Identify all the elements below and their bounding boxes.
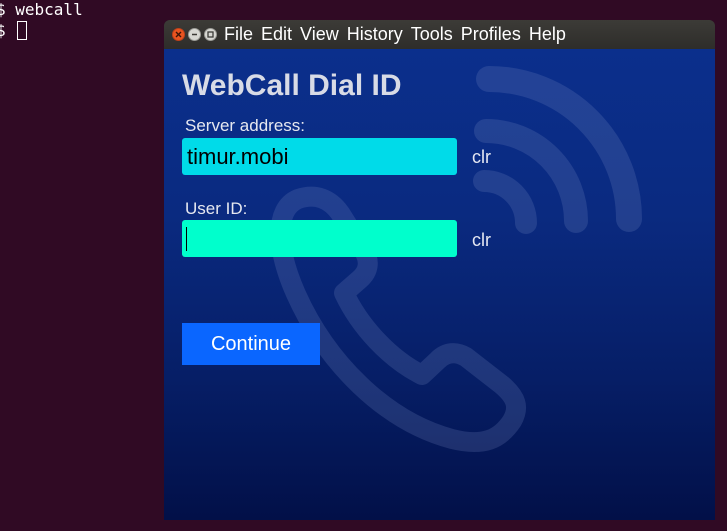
close-window-button[interactable] <box>172 28 185 41</box>
close-icon <box>175 31 182 38</box>
server-address-input[interactable] <box>182 138 457 175</box>
menu-view[interactable]: View <box>300 20 339 49</box>
server-address-label: Server address: <box>185 116 305 135</box>
terminal-command-line: $ webcall <box>0 0 83 19</box>
user-id-input[interactable] <box>182 220 457 257</box>
clear-user-id-button[interactable]: clr <box>472 230 491 251</box>
menu-file[interactable]: File <box>224 20 253 49</box>
user-id-label: User ID: <box>185 199 248 218</box>
page-title: WebCall Dial ID <box>182 69 402 102</box>
text-caret <box>186 227 187 251</box>
menu-edit[interactable]: Edit <box>261 20 292 49</box>
maximize-window-button[interactable] <box>204 28 217 41</box>
menu-profiles[interactable]: Profiles <box>461 20 521 49</box>
terminal-prompt-line: $ <box>0 21 28 41</box>
dial-id-page: WebCall Dial ID Server address: clr User… <box>164 49 715 520</box>
terminal-cursor <box>17 21 28 40</box>
clear-server-button[interactable]: clr <box>472 147 491 168</box>
webcall-window: File Edit View History Tools Profiles He… <box>164 20 715 520</box>
menu-history[interactable]: History <box>347 20 403 49</box>
menu-tools[interactable]: Tools <box>411 20 453 49</box>
continue-button[interactable]: Continue <box>182 323 320 365</box>
menu-help[interactable]: Help <box>529 20 566 49</box>
window-titlebar[interactable]: File Edit View History Tools Profiles He… <box>164 20 715 49</box>
minimize-icon <box>192 33 197 36</box>
menu-bar: File Edit View History Tools Profiles He… <box>224 20 574 49</box>
terminal-prompt: $ <box>0 21 6 40</box>
maximize-icon <box>207 31 214 38</box>
window-controls <box>172 28 217 41</box>
minimize-window-button[interactable] <box>188 28 201 41</box>
